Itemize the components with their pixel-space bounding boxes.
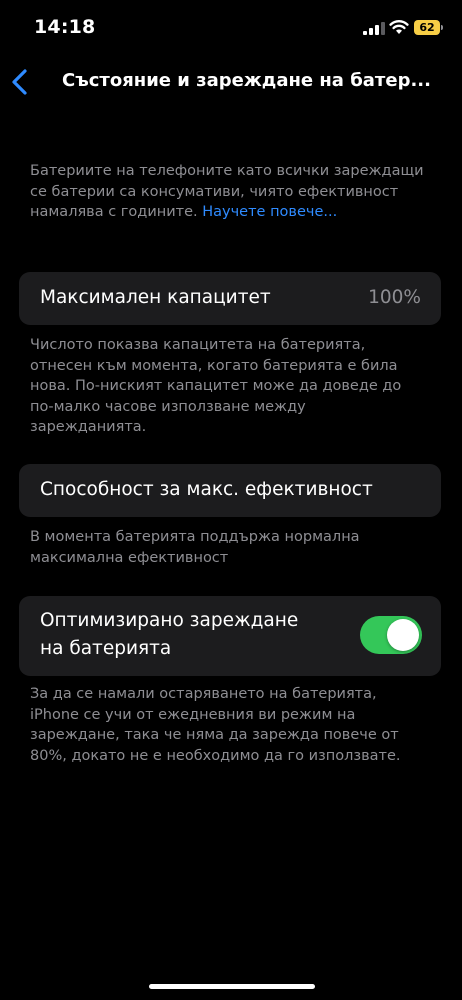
status-bar: 14:18 62 xyxy=(0,0,462,56)
battery-icon: 62 xyxy=(414,20,440,35)
status-time: 14:18 xyxy=(34,16,96,38)
optimized-charging-label-line1: Оптимизирано зареждане xyxy=(40,610,299,631)
cellular-signal-icon xyxy=(363,22,385,35)
navigation-bar: Състояние и зареждане на батер... xyxy=(0,60,462,104)
max-capacity-label: Максимален капацитет xyxy=(40,287,271,308)
peak-performance-label: Способност за макс. ефективност xyxy=(40,479,373,500)
page-title: Състояние и зареждане на батер... xyxy=(62,70,431,91)
toggle-knob xyxy=(387,619,419,651)
battery-nub xyxy=(441,25,443,30)
intro-text: Батериите на телефоните като всички заре… xyxy=(30,161,425,223)
wifi-icon xyxy=(389,20,409,34)
peak-performance-note: В момента батерията поддържа нормална ма… xyxy=(30,529,360,566)
learn-more-link[interactable]: Научете повече... xyxy=(202,204,337,220)
battery-level: 62 xyxy=(419,21,435,34)
optimized-charging-row: Оптимизирано зареждане на батерията xyxy=(19,596,441,676)
optimized-charging-toggle[interactable] xyxy=(360,616,422,654)
battery-health-screen: 14:18 62 Състояние и зареждане на батер.… xyxy=(0,0,462,1000)
optimized-charging-label-line2: на батерията xyxy=(40,638,172,659)
chevron-left-icon[interactable] xyxy=(6,66,34,98)
home-indicator[interactable] xyxy=(149,984,315,989)
max-capacity-value: 100% xyxy=(368,287,421,308)
peak-performance-row: Способност за макс. ефективност xyxy=(19,464,441,517)
max-capacity-row: Максимален капацитет 100% xyxy=(19,272,441,325)
optimized-charging-note: За да се намали остаряването на батерият… xyxy=(30,686,401,764)
max-capacity-note: Числото показва капацитета на батерията,… xyxy=(30,337,402,435)
